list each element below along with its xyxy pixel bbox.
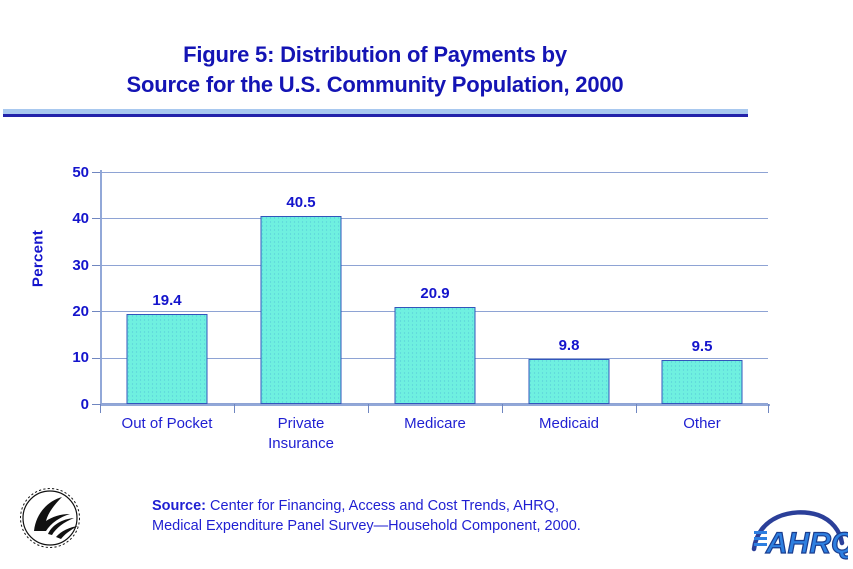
source-line-1: Center for Financing, Access and Cost Tr… [206, 498, 559, 514]
bar-value-label: 20.9 [420, 285, 450, 303]
bar-slot [502, 172, 636, 404]
x-axis-tick [368, 404, 369, 413]
bar-value-label: 9.5 [691, 337, 713, 355]
ahrq-logo-icon: AHRQ [748, 505, 853, 561]
bar-value-label: 9.8 [558, 336, 580, 354]
y-tick-label: 10 [72, 349, 89, 366]
x-category-label-medicare: Medicare [404, 415, 466, 432]
x-category-label-medicaid: Medicaid [538, 415, 600, 432]
bar-value-label: 19.4 [152, 291, 182, 309]
y-tick-label: 50 [72, 164, 89, 181]
y-tick-label: 20 [72, 303, 89, 320]
x-axis-tick [502, 404, 503, 413]
x-axis-line [100, 404, 770, 406]
source-label: Source: [152, 498, 206, 514]
y-tick-label: 30 [72, 257, 89, 274]
bar-medicare[interactable] [394, 307, 476, 404]
bar-value-label: 40.5 [286, 194, 316, 212]
x-category-label-other: Other [683, 415, 721, 432]
hhs-seal-icon [18, 487, 90, 549]
y-tick-label: 40 [72, 210, 89, 227]
x-axis-tick [768, 404, 769, 413]
svg-text:AHRQ: AHRQ [765, 527, 848, 560]
x-category-label-private-insurance: Private Insurance [268, 415, 334, 452]
bar-other[interactable] [661, 359, 743, 404]
y-axis-tick-labels: 50 40 30 20 10 0 [25, 0, 89, 480]
bar-slot [100, 172, 234, 404]
x-axis-tick [234, 404, 235, 413]
x-axis-tick [636, 404, 637, 413]
source-note: Source: Center for Financing, Access and… [152, 496, 712, 536]
bar-medicaid[interactable] [528, 358, 610, 404]
y-tick-label: 0 [80, 396, 89, 413]
bar-chart: Percent 50 40 30 20 10 0 19.4 40.5 20.9 … [0, 0, 853, 480]
bar-out-of-pocket[interactable] [126, 313, 208, 404]
x-axis-tick [100, 404, 101, 413]
bar-slot [636, 172, 768, 404]
source-line-2: Medical Expenditure Panel Survey—Househo… [152, 518, 581, 534]
x-category-label-out-of-pocket: Out of Pocket [121, 415, 213, 432]
bar-private-insurance[interactable] [260, 216, 342, 404]
